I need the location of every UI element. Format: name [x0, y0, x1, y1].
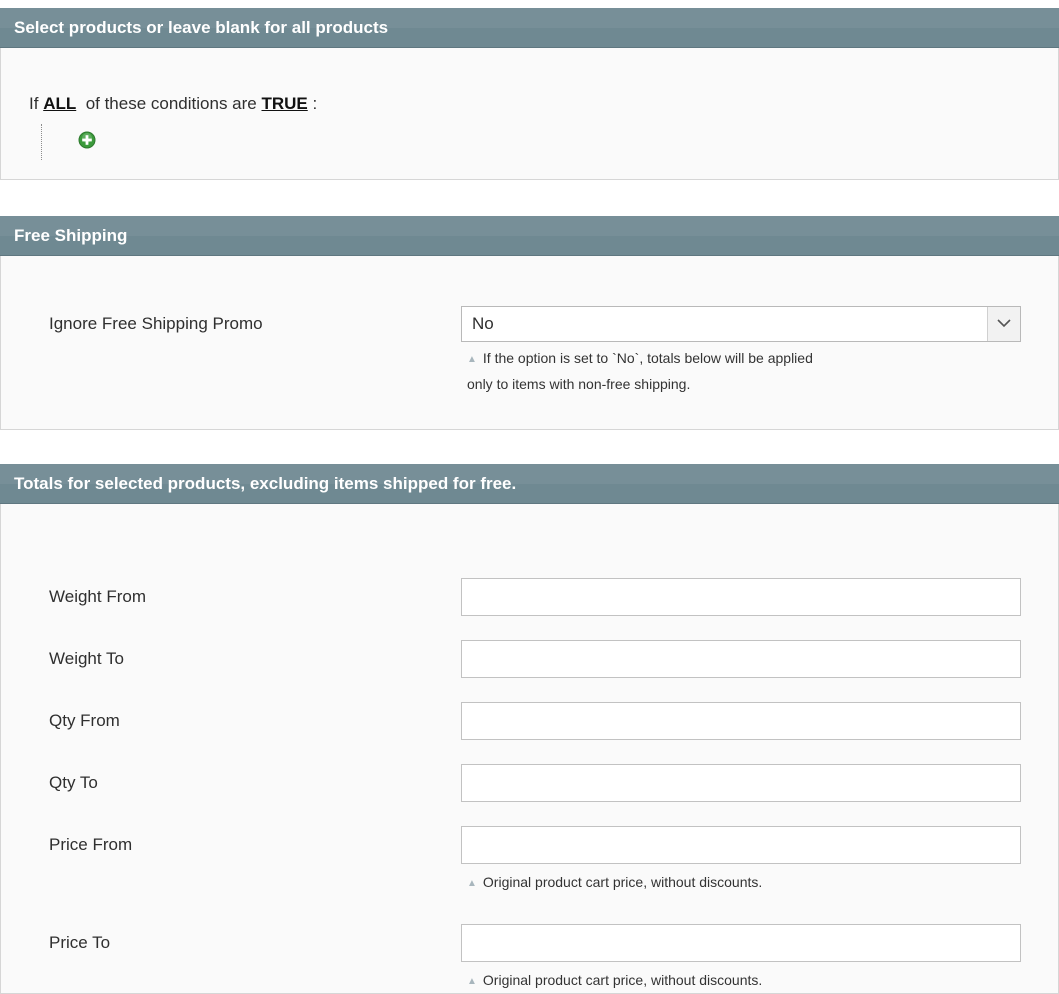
value-link[interactable]: TRUE: [261, 94, 307, 113]
free-shipping-title: Free Shipping: [14, 226, 128, 245]
ignore-free-shipping-note: ▲ If the option is set to `No`, totals be…: [467, 346, 813, 396]
qty-to-input[interactable]: [461, 764, 1021, 802]
price-from-input[interactable]: [461, 826, 1021, 864]
note-triangle-icon: ▲: [467, 354, 477, 365]
conditions-section: Select products or leave blank for all p…: [0, 8, 1059, 180]
totals-header: Totals for selected products, excluding …: [0, 464, 1059, 504]
qty-from-label: Qty From: [49, 711, 120, 730]
price-from-note-text: Original product cart price, without dis…: [482, 874, 763, 890]
if-text: If: [29, 94, 39, 113]
conditions-body: If ALL of these conditions are TRUE :: [0, 48, 1059, 180]
conditions-header: Select products or leave blank for all p…: [0, 8, 1059, 48]
weight-to-input[interactable]: [461, 640, 1021, 678]
chevron-down-icon: [997, 319, 1011, 328]
note-triangle-icon: ▲: [467, 976, 477, 987]
price-to-label: Price To: [49, 933, 111, 952]
price-to-note-text: Original product cart price, without dis…: [482, 972, 763, 988]
totals-body: Weight From Weight To Qty From Qty To Pr…: [0, 504, 1059, 994]
qty-from-input[interactable]: [461, 702, 1021, 740]
free-shipping-body: Ignore Free Shipping Promo No ▲ If the op…: [0, 256, 1059, 430]
conditions-statement: If ALL of these conditions are TRUE :: [29, 94, 317, 114]
totals-section: Totals for selected products, excluding …: [0, 464, 1059, 994]
price-from-note: ▲ Original product cart price, without di…: [467, 870, 762, 896]
totals-title: Totals for selected products, excluding …: [14, 474, 517, 493]
qty-to-label: Qty To: [49, 773, 98, 792]
ignore-free-shipping-label: Ignore Free Shipping Promo: [49, 314, 263, 333]
conditions-title: Select products or leave blank for all p…: [14, 18, 389, 37]
aggregator-link[interactable]: ALL: [43, 94, 76, 113]
price-to-input[interactable]: [461, 924, 1021, 962]
free-shipping-header: Free Shipping: [0, 216, 1059, 256]
weight-from-label: Weight From: [49, 587, 146, 606]
ignore-free-shipping-select[interactable]: No: [461, 306, 1021, 342]
conditions-tree-line: [41, 124, 42, 160]
note-line-2: only to items with non-free shipping.: [467, 376, 691, 392]
note-triangle-icon: ▲: [467, 878, 477, 889]
select-arrow[interactable]: [987, 307, 1020, 341]
free-shipping-section: Free Shipping Ignore Free Shipping Promo…: [0, 216, 1059, 430]
weight-from-input[interactable]: [461, 578, 1021, 616]
note-line-1: If the option is set to `No`, totals bel…: [482, 350, 813, 366]
price-from-label: Price From: [49, 835, 133, 854]
add-condition-icon[interactable]: [77, 130, 97, 150]
ignore-free-shipping-value: No: [472, 314, 494, 333]
conditions-colon: :: [312, 94, 318, 113]
conditions-middle-text: of these conditions are: [85, 94, 257, 113]
weight-to-label: Weight To: [49, 649, 124, 668]
price-to-note: ▲ Original product cart price, without di…: [467, 968, 762, 994]
